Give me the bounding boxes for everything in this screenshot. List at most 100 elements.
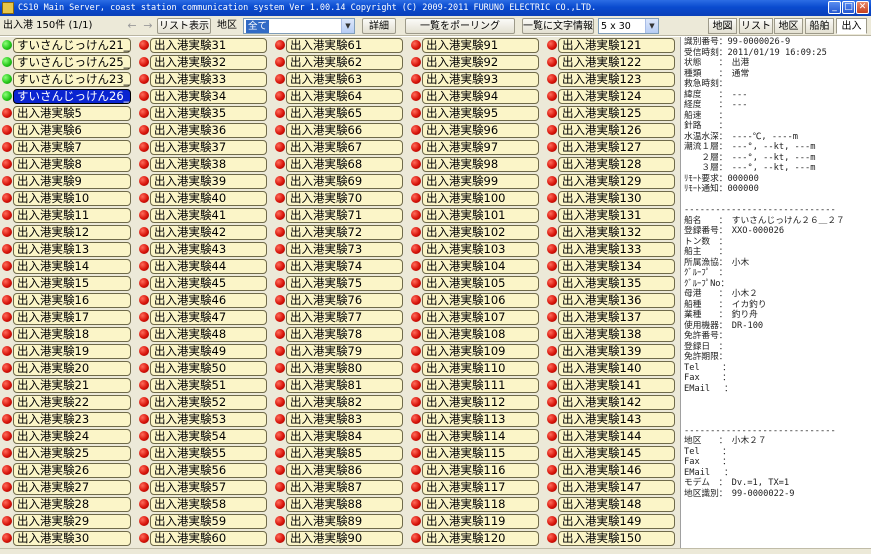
vessel-button[interactable]: 出入港実験123 [558, 71, 675, 87]
next-page-button[interactable]: → [140, 18, 156, 34]
vessel-button[interactable]: 出入港実験132 [558, 224, 675, 240]
vessel-button[interactable]: 出入港実験28 [13, 496, 131, 512]
vessel-row[interactable]: 出入港実験139 [545, 343, 675, 359]
vessel-button[interactable]: 出入港実験145 [558, 445, 675, 461]
vessel-row[interactable]: 出入港実験130 [545, 190, 675, 206]
vessel-button[interactable]: 出入港実験85 [286, 445, 403, 461]
vessel-button[interactable]: 出入港実験70 [286, 190, 403, 206]
vessel-button[interactable]: すいさんじっけん21_27 [13, 37, 131, 53]
vessel-row[interactable]: 出入港実験81 [273, 377, 403, 393]
vessel-row[interactable]: 出入港実験111 [409, 377, 539, 393]
vessel-row[interactable]: 出入港実験100 [409, 190, 539, 206]
vessel-row[interactable]: 出入港実験62 [273, 54, 403, 70]
vessel-row[interactable]: 出入港実験65 [273, 105, 403, 121]
vessel-row[interactable]: 出入港実験43 [137, 241, 267, 257]
vessel-button[interactable]: 出入港実験84 [286, 428, 403, 444]
vessel-button[interactable]: 出入港実験88 [286, 496, 403, 512]
vessel-row[interactable]: 出入港実験12 [0, 224, 131, 240]
vessel-row[interactable]: 出入港実験61 [273, 37, 403, 53]
vessel-button[interactable]: 出入港実験96 [422, 122, 539, 138]
vessel-button[interactable]: 出入港実験21 [13, 377, 131, 393]
vessel-row[interactable]: 出入港実験145 [545, 445, 675, 461]
vessel-row[interactable]: 出入港実験86 [273, 462, 403, 478]
vessel-row[interactable]: 出入港実験83 [273, 411, 403, 427]
vessel-row[interactable]: 出入港実験110 [409, 360, 539, 376]
vessel-button[interactable]: 出入港実験121 [558, 37, 675, 53]
vessel-row[interactable]: 出入港実験148 [545, 496, 675, 512]
vessel-row[interactable]: 出入港実験128 [545, 156, 675, 172]
vessel-button[interactable]: 出入港実験30 [13, 530, 131, 546]
vessel-row[interactable]: 出入港実験37 [137, 139, 267, 155]
vessel-button[interactable]: 出入港実験136 [558, 292, 675, 308]
vessel-row[interactable]: 出入港実験118 [409, 496, 539, 512]
vessel-button[interactable]: 出入港実験106 [422, 292, 539, 308]
vessel-button[interactable]: 出入港実験5 [13, 105, 131, 121]
vessel-row[interactable]: 出入港実験102 [409, 224, 539, 240]
vessel-row[interactable]: 出入港実験36 [137, 122, 267, 138]
vessel-button[interactable]: 出入港実験90 [286, 530, 403, 546]
vessel-row[interactable]: 出入港実験129 [545, 173, 675, 189]
vessel-button[interactable]: すいさんじっけん26_27 [13, 88, 131, 104]
vessel-row[interactable]: 出入港実験133 [545, 241, 675, 257]
vessel-button[interactable]: 出入港実験66 [286, 122, 403, 138]
vessel-button[interactable]: 出入港実験116 [422, 462, 539, 478]
vessel-row[interactable]: 出入港実験90 [273, 530, 403, 546]
vessel-row[interactable]: 出入港実験13 [0, 241, 131, 257]
vessel-button[interactable]: 出入港実験103 [422, 241, 539, 257]
vessel-button[interactable]: 出入港実験142 [558, 394, 675, 410]
vessel-row[interactable]: 出入港実験66 [273, 122, 403, 138]
vessel-button[interactable]: 出入港実験100 [422, 190, 539, 206]
vessel-row[interactable]: 出入港実験75 [273, 275, 403, 291]
vessel-button[interactable]: 出入港実験109 [422, 343, 539, 359]
vessel-row[interactable]: 出入港実験132 [545, 224, 675, 240]
vessel-row[interactable]: 出入港実験67 [273, 139, 403, 155]
vessel-button[interactable]: 出入港実験46 [150, 292, 267, 308]
vessel-button[interactable]: 出入港実験147 [558, 479, 675, 495]
vessel-row[interactable]: 出入港実験24 [0, 428, 131, 444]
vessel-row[interactable]: 出入港実験107 [409, 309, 539, 325]
vessel-row[interactable]: 出入港実験16 [0, 292, 131, 308]
vessel-row[interactable]: 出入港実験51 [137, 377, 267, 393]
vessel-button[interactable]: 出入港実験134 [558, 258, 675, 274]
vessel-button[interactable]: 出入港実験48 [150, 326, 267, 342]
vessel-button[interactable]: 出入港実験7 [13, 139, 131, 155]
vessel-row[interactable]: 出入港実験115 [409, 445, 539, 461]
vessel-row[interactable]: 出入港実験29 [0, 513, 131, 529]
vessel-button[interactable]: 出入港実験25 [13, 445, 131, 461]
vessel-row[interactable]: 出入港実験55 [137, 445, 267, 461]
vessel-row[interactable]: 出入港実験64 [273, 88, 403, 104]
detail-button[interactable]: 詳細 [362, 18, 396, 34]
vessel-row[interactable]: 出入港実験52 [137, 394, 267, 410]
vessel-button[interactable]: 出入港実験31 [150, 37, 267, 53]
prev-page-button[interactable]: ← [124, 18, 140, 34]
vessel-button[interactable]: 出入港実験98 [422, 156, 539, 172]
vessel-button[interactable]: 出入港実験56 [150, 462, 267, 478]
vessel-row[interactable]: 出入港実験80 [273, 360, 403, 376]
vessel-button[interactable]: 出入港実験72 [286, 224, 403, 240]
vessel-row[interactable]: 出入港実験14 [0, 258, 131, 274]
layout-select[interactable]: 5 x 30 ▼ [598, 18, 659, 34]
close-button[interactable]: ✕ [856, 1, 869, 14]
tab-vessel[interactable]: 船舶 [805, 18, 834, 34]
vessel-button[interactable]: 出入港実験16 [13, 292, 131, 308]
vessel-row[interactable]: 出入港実験146 [545, 462, 675, 478]
vessel-row[interactable]: 出入港実験104 [409, 258, 539, 274]
vessel-row[interactable]: 出入港実験150 [545, 530, 675, 546]
vessel-row[interactable]: 出入港実験119 [409, 513, 539, 529]
vessel-button[interactable]: 出入港実験119 [422, 513, 539, 529]
vessel-button[interactable]: 出入港実験118 [422, 496, 539, 512]
vessel-button[interactable]: 出入港実験139 [558, 343, 675, 359]
vessel-row[interactable]: 出入港実験89 [273, 513, 403, 529]
vessel-button[interactable]: 出入港実験130 [558, 190, 675, 206]
vessel-row[interactable]: 出入港実験85 [273, 445, 403, 461]
vessel-button[interactable]: 出入港実験19 [13, 343, 131, 359]
vessel-button[interactable]: 出入港実験138 [558, 326, 675, 342]
vessel-button[interactable]: 出入港実験112 [422, 394, 539, 410]
vessel-button[interactable]: 出入港実験148 [558, 496, 675, 512]
vessel-row[interactable]: 出入港実験73 [273, 241, 403, 257]
vessel-row[interactable]: 出入港実験79 [273, 343, 403, 359]
vessel-row[interactable]: 出入港実験117 [409, 479, 539, 495]
vessel-button[interactable]: 出入港実験54 [150, 428, 267, 444]
vessel-row[interactable]: 出入港実験25 [0, 445, 131, 461]
vessel-row[interactable]: 出入港実験20 [0, 360, 131, 376]
